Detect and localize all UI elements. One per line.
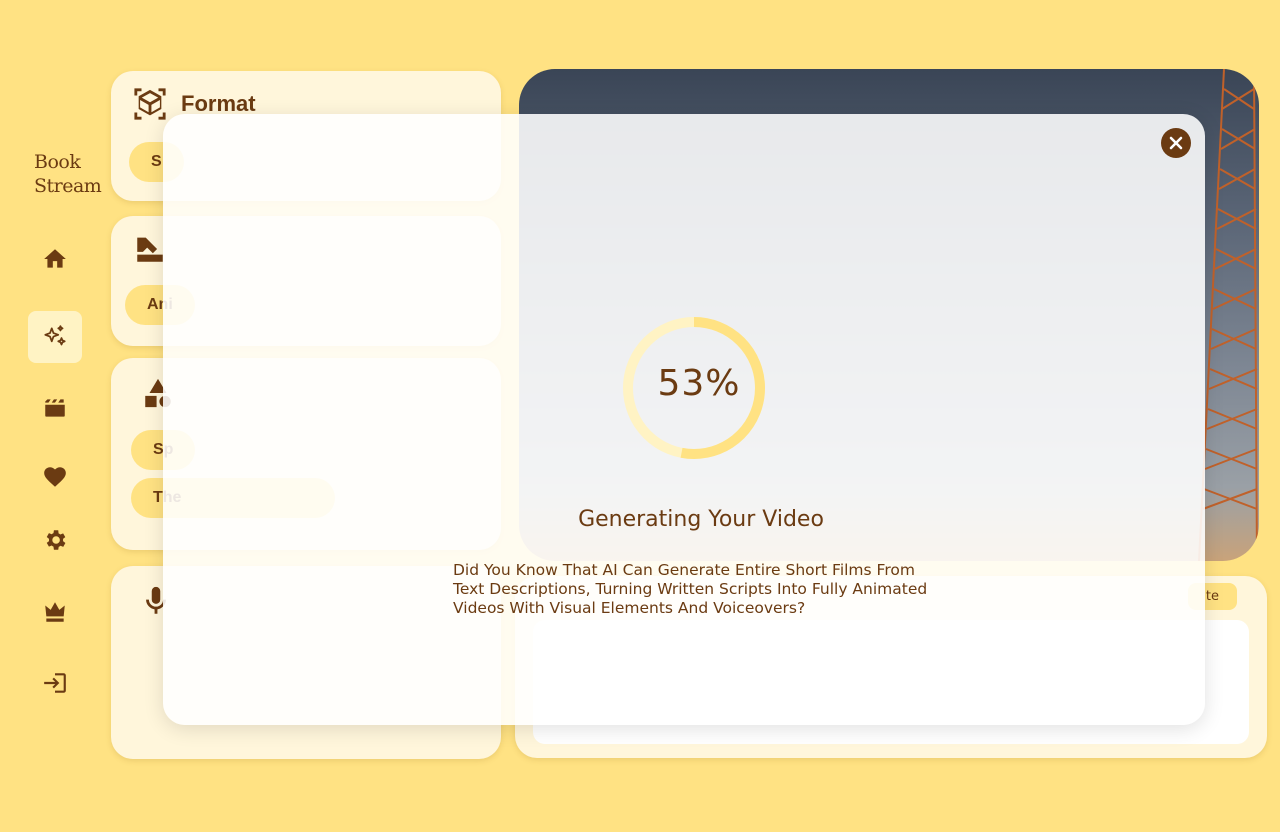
home-icon xyxy=(44,249,66,268)
close-button[interactable] xyxy=(1161,128,1191,158)
heart-icon xyxy=(44,467,66,487)
gear-icon xyxy=(46,530,66,550)
palette-icon xyxy=(137,237,163,262)
nav-premium[interactable] xyxy=(28,586,82,638)
progress-percent: 53% xyxy=(657,363,741,404)
app-logo[interactable]: Book Stream xyxy=(34,150,102,198)
fun-fact: Did You Know That AI Can Generate Entire… xyxy=(453,561,928,617)
clapperboard-icon xyxy=(45,399,65,417)
sparkles-icon xyxy=(44,325,66,346)
nav-login[interactable] xyxy=(28,657,82,709)
nav-home[interactable] xyxy=(28,233,82,285)
nav-settings[interactable] xyxy=(28,514,82,566)
nav-ai-generate[interactable] xyxy=(28,311,82,363)
login-icon xyxy=(44,673,66,693)
logo-line-1: Book xyxy=(34,151,81,173)
close-icon xyxy=(1169,136,1183,150)
generating-modal: 53% Generating Your Video Did You Know T… xyxy=(163,114,1205,725)
modal-title: Generating Your Video xyxy=(578,507,824,532)
sidebar: Book Stream xyxy=(0,0,108,832)
logo-line-2: Stream xyxy=(34,175,102,197)
cube-icon xyxy=(134,88,166,120)
crown-icon xyxy=(45,602,65,622)
nav-videos[interactable] xyxy=(28,382,82,434)
nav-favorites[interactable] xyxy=(28,451,82,503)
